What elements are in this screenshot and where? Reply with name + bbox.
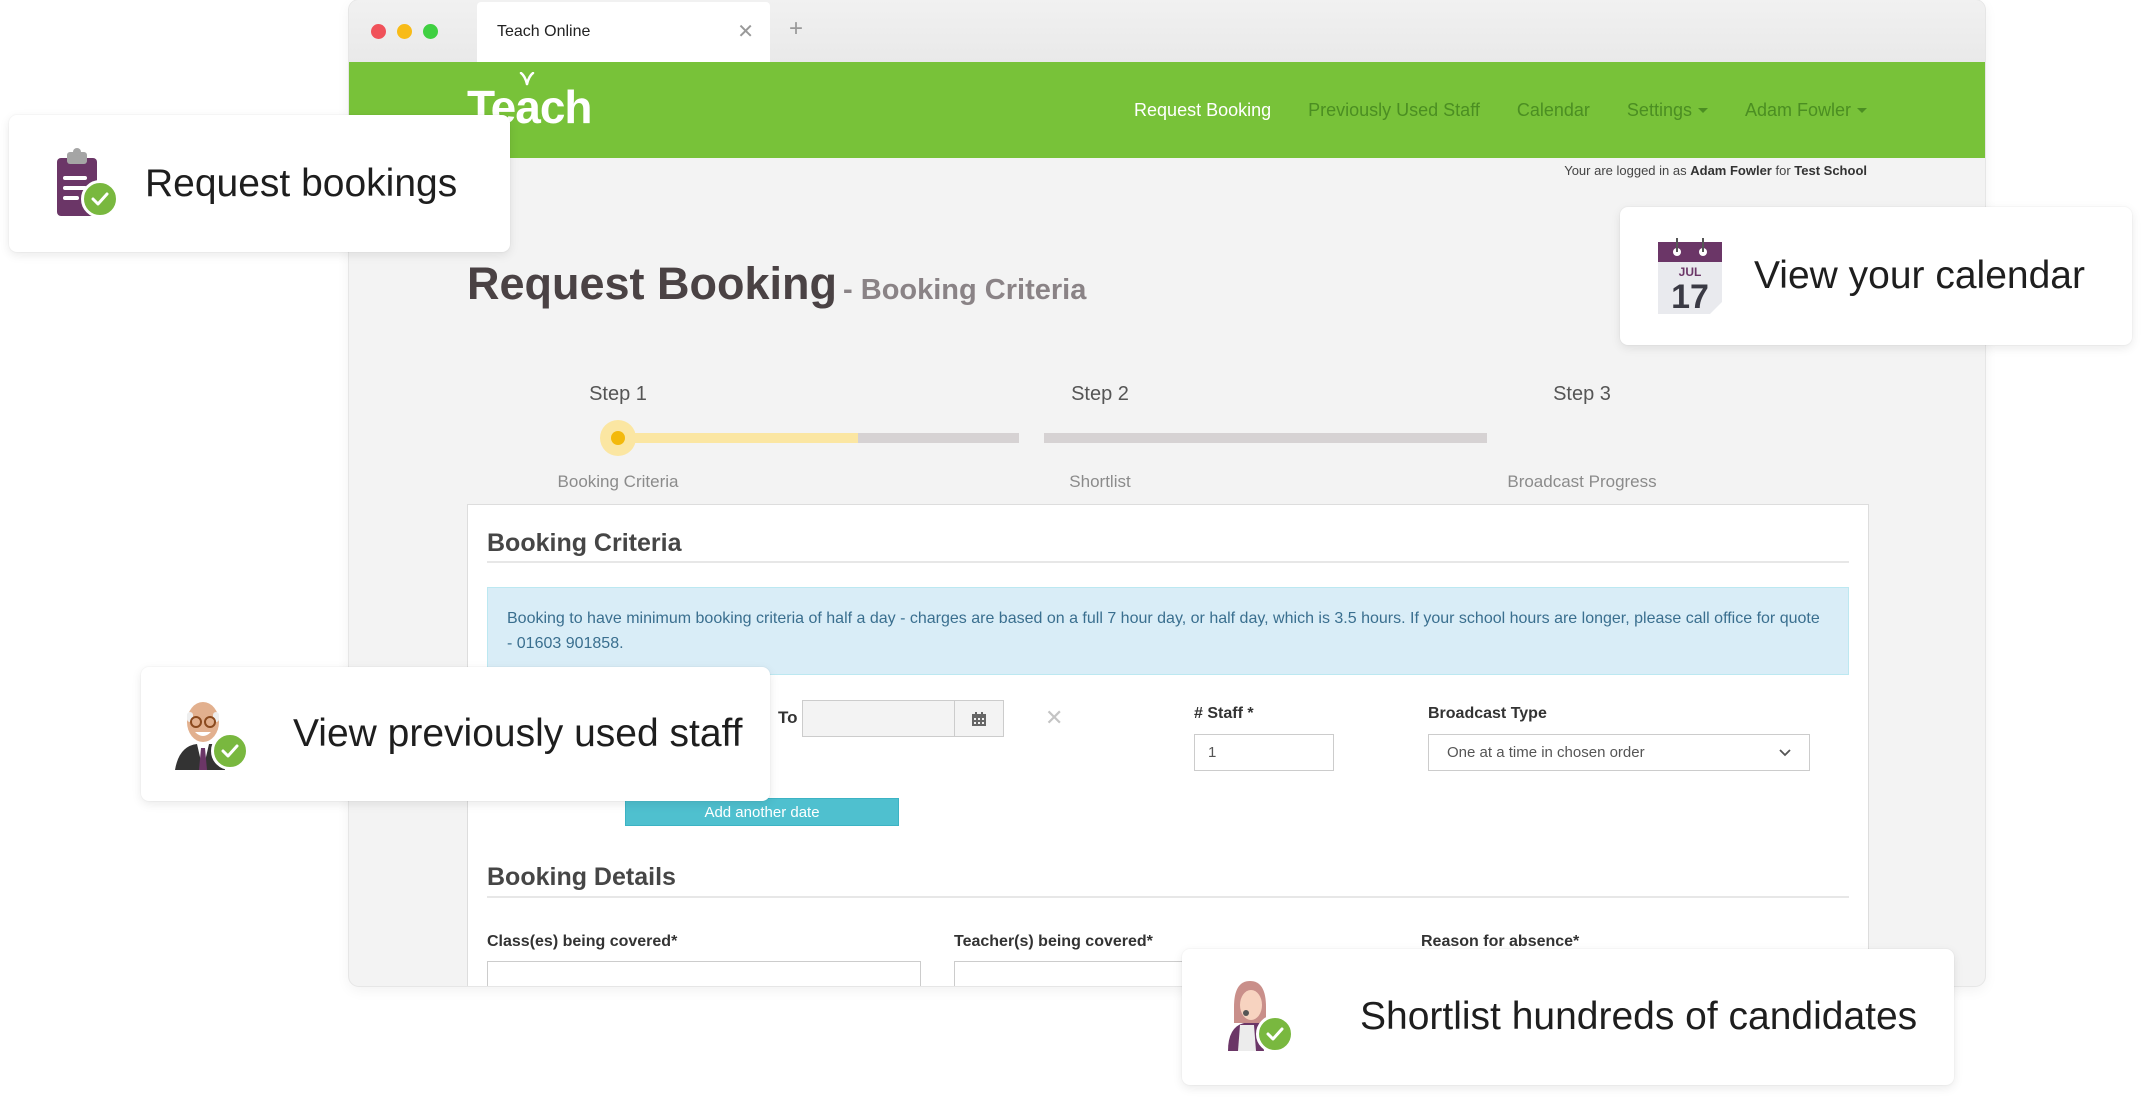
to-date-input[interactable] (802, 700, 954, 737)
page-title: Request Booking - Booking Criteria (467, 258, 1086, 310)
login-user: Adam Fowler (1690, 163, 1772, 178)
feature-card-text: Request bookings (145, 161, 458, 205)
nav-settings-label: Settings (1626, 99, 1692, 120)
broadcast-type-select[interactable]: One at a time in chosen order (1428, 734, 1810, 771)
login-status: Your are logged in as Adam Fowler for Te… (1564, 163, 1867, 178)
calendar-day: 17 (1671, 278, 1709, 314)
remove-date-icon[interactable]: ✕ (1045, 705, 1063, 731)
staff-count-label: # Staff * (1194, 705, 1254, 722)
feature-card-previous-staff: View previously used staff (141, 667, 770, 801)
main-nav: Request Booking Previously Used Staff Ca… (1134, 62, 1867, 158)
feature-card-text: View your calendar (1754, 254, 2085, 297)
feature-card-text: Shortlist hundreds of candidates (1360, 995, 1918, 1038)
caret-down-icon (1857, 108, 1867, 114)
maximize-window-button[interactable] (423, 24, 438, 39)
step1-track (858, 433, 1019, 443)
nav-user-menu[interactable]: Adam Fowler (1745, 100, 1867, 121)
divider (487, 561, 1849, 563)
clipboard-check-icon (49, 146, 125, 222)
classes-covered-input[interactable] (487, 961, 921, 986)
minimize-window-button[interactable] (397, 24, 412, 39)
site-navbar: Teach Request Booking Previously Used St… (349, 62, 1985, 158)
tab-title: Teach Online (497, 23, 591, 40)
step2-description: Shortlist (1069, 472, 1131, 491)
feature-card-calendar: JUL 17 View your calendar (1620, 207, 2132, 345)
booking-criteria-heading: Booking Criteria (487, 529, 682, 557)
calendar-month: JUL (1679, 265, 1702, 279)
check-badge-icon (81, 179, 119, 218)
tab-bar: Teach Online ✕ + (349, 0, 1985, 62)
broadcast-type-value: One at a time in chosen order (1447, 744, 1645, 761)
step2-marker (1020, 424, 1044, 452)
step1-marker (600, 420, 636, 456)
step3-label: Step 3 (1553, 383, 1611, 405)
date-picker-button[interactable] (954, 700, 1004, 737)
nav-calendar[interactable]: Calendar (1517, 100, 1590, 121)
login-prefix: Your are logged in as (1564, 163, 1687, 178)
staff-check-icon (173, 694, 253, 774)
nav-settings[interactable]: Settings (1627, 100, 1708, 121)
divider (487, 896, 1849, 898)
feature-card-text: View previously used staff (293, 712, 743, 755)
classes-covered-label: Class(es) being covered* (487, 933, 678, 950)
leaf-icon (519, 72, 535, 86)
info-alert: Booking to have minimum booking criteria… (487, 587, 1849, 675)
login-middle: for (1775, 163, 1791, 178)
close-window-button[interactable] (371, 24, 386, 39)
step2-track (1044, 433, 1487, 443)
browser-tab[interactable]: Teach Online ✕ (477, 2, 770, 62)
new-tab-icon[interactable]: + (789, 15, 803, 43)
booking-details-heading: Booking Details (487, 863, 676, 891)
nav-user-label: Adam Fowler (1744, 99, 1851, 120)
step1-description: Booking Criteria (557, 472, 679, 491)
browser-window: Teach Online ✕ + Teach Request Booking P… (349, 0, 1985, 986)
close-tab-icon[interactable]: ✕ (737, 19, 754, 44)
chevron-down-icon (1779, 748, 1791, 756)
step1-progress-fill (618, 433, 858, 443)
feature-card-shortlist: Shortlist hundreds of candidates (1182, 949, 1954, 1085)
broadcast-type-label: Broadcast Type (1428, 705, 1547, 722)
calendar-icon (972, 711, 986, 726)
check-badge-icon (1256, 1015, 1294, 1053)
login-school: Test School (1794, 163, 1867, 178)
page-subtitle: - Booking Criteria (843, 274, 1087, 306)
staff-count-input[interactable] (1194, 734, 1334, 771)
caret-down-icon (1697, 108, 1708, 114)
to-date-label: To (778, 708, 798, 727)
step3-description: Broadcast Progress (1507, 472, 1657, 491)
teachers-covered-label: Teacher(s) being covered* (954, 933, 1153, 950)
check-badge-icon (211, 732, 249, 770)
step1-label: Step 1 (589, 383, 647, 405)
nav-request-booking[interactable]: Request Booking (1134, 100, 1271, 121)
calendar-icon: JUL 17 (1658, 238, 1722, 316)
step2-label: Step 2 (1071, 383, 1129, 405)
nav-previously-used-staff[interactable]: Previously Used Staff (1308, 100, 1480, 121)
candidate-check-icon (1224, 977, 1300, 1057)
add-another-date-button[interactable]: Add another date (625, 798, 899, 826)
page-title-text: Request Booking (467, 258, 838, 309)
feature-card-request-bookings: Request bookings (9, 115, 510, 252)
